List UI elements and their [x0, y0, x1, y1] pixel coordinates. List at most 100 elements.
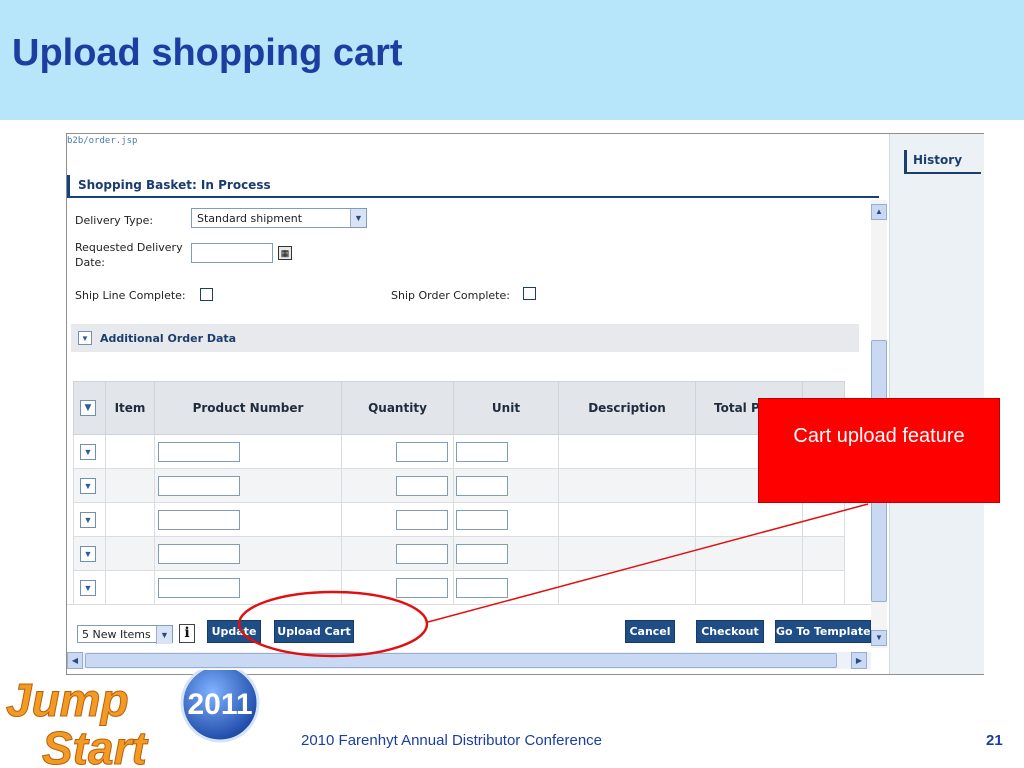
header-description: Description	[558, 381, 696, 435]
quantity-cell	[341, 536, 454, 571]
extra-cell	[802, 570, 845, 604]
total-price-cell	[695, 502, 803, 537]
panel-header: Shopping Basket: In Process	[67, 175, 879, 197]
calendar-icon[interactable]: ▦	[278, 246, 292, 260]
expand-icon[interactable]: ▼	[80, 545, 96, 562]
item-cell	[105, 536, 155, 571]
expand-icon[interactable]: ▼	[80, 477, 96, 494]
scroll-left-icon[interactable]: ◀	[67, 652, 83, 669]
description-cell	[558, 468, 696, 503]
unit-input[interactable]	[456, 441, 508, 462]
upload-cart-button[interactable]: Upload Cart	[274, 620, 354, 643]
ship-order-complete-checkbox[interactable]	[523, 287, 536, 300]
logo-word-start: Start	[42, 722, 148, 768]
panel-title: Shopping Basket: In Process	[78, 178, 271, 192]
description-cell	[558, 570, 696, 604]
unit-cell	[453, 570, 559, 604]
info-icon[interactable]: i	[179, 624, 195, 643]
item-cell	[105, 502, 155, 537]
go-to-template-button[interactable]: Go To Template	[775, 620, 871, 643]
footer-text: 2010 Farenhyt Annual Distributor Confere…	[301, 732, 603, 749]
unit-cell	[453, 434, 559, 469]
product-number-cell	[154, 536, 342, 571]
unit-input[interactable]	[456, 475, 508, 496]
horizontal-scroll-thumb[interactable]	[85, 653, 837, 668]
description-cell	[558, 502, 696, 537]
product-number-input[interactable]	[158, 509, 240, 530]
page-number: 21	[986, 732, 1003, 749]
row-select-cell: ▼	[73, 468, 106, 503]
quantity-input[interactable]	[396, 441, 448, 462]
quantity-cell	[341, 434, 454, 469]
section-label: Additional Order Data	[100, 332, 237, 345]
extra-cell	[802, 502, 845, 537]
product-number-input[interactable]	[158, 441, 240, 462]
table-row: ▼	[73, 536, 845, 571]
additional-order-data-bar[interactable]: ▼ Additional Order Data	[71, 324, 859, 352]
callout-box: Cart upload feature	[758, 398, 1000, 503]
new-items-value: 5 New Items	[82, 628, 151, 641]
row-select-cell: ▼	[73, 570, 106, 604]
history-tab-label: History	[913, 153, 963, 167]
product-number-input[interactable]	[158, 475, 240, 496]
ship-line-complete-checkbox[interactable]	[200, 288, 213, 301]
slide-title: Upload shopping cart	[12, 32, 403, 74]
chevron-down-icon: ▼	[156, 626, 172, 644]
unit-input[interactable]	[456, 543, 508, 564]
quantity-input[interactable]	[396, 509, 448, 530]
expand-icon[interactable]: ▼	[78, 331, 92, 345]
total-price-cell	[695, 536, 803, 571]
new-items-select[interactable]: 5 New Items ▼	[77, 625, 173, 644]
header-quantity: Quantity	[341, 381, 454, 435]
quantity-cell	[341, 570, 454, 604]
product-number-input[interactable]	[158, 543, 240, 564]
description-cell	[558, 536, 696, 571]
delivery-type-select[interactable]: Standard shipment ▼	[191, 208, 367, 228]
row-select-cell: ▼	[73, 434, 106, 469]
logo-word-jump: Jump	[6, 674, 129, 726]
table-row: ▼	[73, 502, 845, 537]
scroll-right-icon[interactable]: ▶	[851, 652, 867, 669]
checkout-button[interactable]: Checkout	[696, 620, 764, 643]
product-number-input[interactable]	[158, 577, 240, 598]
table-row: ▼	[73, 570, 845, 604]
quantity-input[interactable]	[396, 543, 448, 564]
logo-year: 2011	[187, 688, 252, 721]
row-select-cell: ▼	[73, 536, 106, 571]
row-select-cell: ▼	[73, 502, 106, 537]
ship-order-complete-label: Ship Order Complete:	[391, 289, 510, 302]
horizontal-scrollbar[interactable]: ◀ ▶	[67, 652, 871, 669]
description-cell	[558, 434, 696, 469]
jumpstart-logo: Jump Start 2011	[6, 670, 260, 768]
tab-history[interactable]: History	[904, 150, 981, 174]
panel-underline	[67, 196, 879, 198]
delivery-type-label: Delivery Type:	[75, 214, 154, 227]
ship-line-complete-label: Ship Line Complete:	[75, 289, 186, 302]
scroll-up-icon[interactable]: ▲	[871, 204, 887, 220]
chevron-down-icon: ▼	[350, 209, 366, 227]
expand-icon[interactable]: ▼	[80, 579, 96, 596]
form-area: Delivery Type: Standard shipment ▼ Reque…	[67, 200, 871, 604]
items-table: ▼ Item Product Number Quantity Unit Desc…	[73, 381, 845, 604]
total-price-cell	[695, 570, 803, 604]
table-row: ▼	[73, 468, 845, 503]
unit-input[interactable]	[456, 509, 508, 530]
table-row: ▼	[73, 434, 845, 469]
expand-icon[interactable]: ▼	[80, 443, 96, 460]
product-number-cell	[154, 502, 342, 537]
scroll-down-icon[interactable]: ▼	[871, 630, 887, 646]
expand-icon[interactable]: ▼	[80, 400, 96, 416]
requested-date-label-line2: Date:	[75, 256, 105, 269]
update-button[interactable]: Update	[207, 620, 261, 643]
unit-input[interactable]	[456, 577, 508, 598]
requested-date-input[interactable]	[191, 243, 273, 263]
quantity-cell	[341, 468, 454, 503]
extra-cell	[802, 536, 845, 571]
quantity-input[interactable]	[396, 475, 448, 496]
expand-icon[interactable]: ▼	[80, 511, 96, 528]
item-cell	[105, 570, 155, 604]
title-band: Upload shopping cart	[0, 0, 1024, 120]
requested-date-label-line1: Requested Delivery	[75, 241, 183, 254]
quantity-input[interactable]	[396, 577, 448, 598]
cancel-button[interactable]: Cancel	[625, 620, 675, 643]
